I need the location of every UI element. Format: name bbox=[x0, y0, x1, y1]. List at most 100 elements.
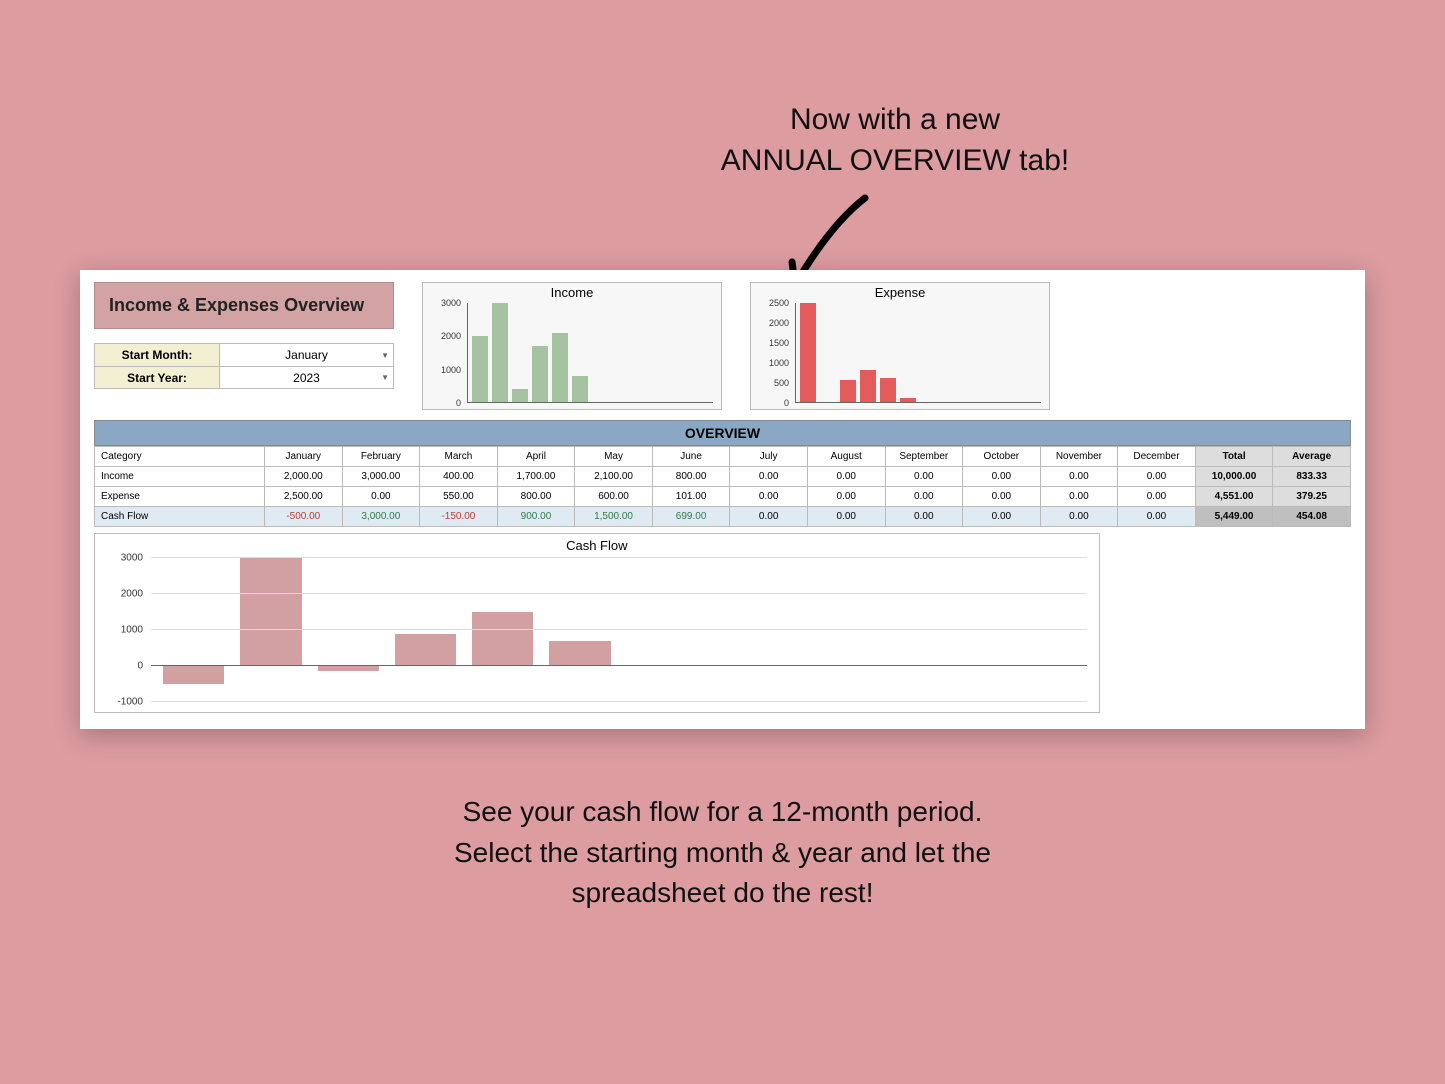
chart-title: Income bbox=[423, 283, 721, 300]
income-bars bbox=[468, 303, 713, 402]
table-cell[interactable]: -500.00 bbox=[265, 507, 343, 527]
cashflow-chart: Cash Flow -10000100020003000 bbox=[94, 533, 1100, 713]
table-header-cell: February bbox=[342, 447, 420, 467]
table-header-cell: Category bbox=[95, 447, 265, 467]
table-cell[interactable]: 0.00 bbox=[730, 507, 808, 527]
table-cell[interactable]: 1,700.00 bbox=[497, 467, 575, 487]
table-cell[interactable]: 0.00 bbox=[730, 487, 808, 507]
table-body: Income2,000.003,000.00400.001,700.002,10… bbox=[95, 467, 1351, 527]
table-header-row: CategoryJanuaryFebruaryMarchAprilMayJune… bbox=[95, 447, 1351, 467]
table-header-cell: Average bbox=[1273, 447, 1351, 467]
chart-bar bbox=[395, 634, 456, 666]
footer-line2: Select the starting month & year and let… bbox=[273, 833, 1173, 874]
table-cell[interactable]: 0.00 bbox=[730, 467, 808, 487]
average-cell: 833.33 bbox=[1273, 467, 1351, 487]
row-label: Income bbox=[95, 467, 265, 487]
expense-y-axis: 05001000150020002500 bbox=[753, 303, 791, 403]
table-cell[interactable]: 0.00 bbox=[963, 467, 1041, 487]
average-cell: 379.25 bbox=[1273, 487, 1351, 507]
table-cell[interactable]: 699.00 bbox=[652, 507, 730, 527]
table-cell[interactable]: 0.00 bbox=[1040, 467, 1118, 487]
chart-title: Cash Flow bbox=[95, 534, 1099, 553]
chart-bar bbox=[512, 389, 528, 402]
table-cell[interactable]: 0.00 bbox=[885, 487, 963, 507]
total-cell: 10,000.00 bbox=[1195, 467, 1273, 487]
chart-bar bbox=[549, 641, 610, 666]
table-header-cell: April bbox=[497, 447, 575, 467]
spreadsheet-panel: Income & Expenses Overview Start Month: … bbox=[80, 270, 1365, 729]
table-cell[interactable]: 101.00 bbox=[652, 487, 730, 507]
table-cell[interactable]: 800.00 bbox=[497, 487, 575, 507]
table-cell[interactable]: 0.00 bbox=[1040, 507, 1118, 527]
table-cell[interactable]: 0.00 bbox=[963, 507, 1041, 527]
table-cell[interactable]: 0.00 bbox=[807, 467, 885, 487]
filter-start-month: Start Month: January ▼ bbox=[95, 344, 393, 366]
table-cell[interactable]: 900.00 bbox=[497, 507, 575, 527]
start-year-value: 2023 bbox=[293, 371, 320, 385]
table-header-cell: September bbox=[885, 447, 963, 467]
overview-table: CategoryJanuaryFebruaryMarchAprilMayJune… bbox=[94, 446, 1351, 527]
chart-bar bbox=[318, 666, 379, 671]
footer-description: See your cash flow for a 12-month period… bbox=[273, 792, 1173, 914]
table-header-cell: January bbox=[265, 447, 343, 467]
start-year-dropdown[interactable]: 2023 ▼ bbox=[220, 367, 393, 388]
row-label: Cash Flow bbox=[95, 507, 265, 527]
table-row-cashflow: Cash Flow-500.003,000.00-150.00900.001,5… bbox=[95, 507, 1351, 527]
footer-line1: See your cash flow for a 12-month period… bbox=[273, 792, 1173, 833]
chart-bar bbox=[472, 336, 488, 402]
table-cell[interactable]: 1,500.00 bbox=[575, 507, 653, 527]
table-header-cell: July bbox=[730, 447, 808, 467]
table-cell[interactable]: 0.00 bbox=[1118, 507, 1196, 527]
table-cell[interactable]: 0.00 bbox=[1118, 467, 1196, 487]
table-cell[interactable]: 0.00 bbox=[342, 487, 420, 507]
chevron-down-icon: ▼ bbox=[381, 351, 389, 360]
footer-line3: spreadsheet do the rest! bbox=[273, 873, 1173, 914]
expense-chart: Expense 05001000150020002500 bbox=[750, 282, 1050, 410]
chart-bar bbox=[860, 370, 876, 402]
table-cell[interactable]: 2,500.00 bbox=[265, 487, 343, 507]
filter-start-year: Start Year: 2023 ▼ bbox=[95, 366, 393, 388]
table-cell[interactable]: 2,000.00 bbox=[265, 467, 343, 487]
page-title: Income & Expenses Overview bbox=[94, 282, 394, 329]
title-and-filters: Income & Expenses Overview Start Month: … bbox=[94, 282, 394, 389]
table-cell[interactable]: 0.00 bbox=[963, 487, 1041, 507]
chart-bar bbox=[800, 303, 816, 402]
table-cell[interactable]: 400.00 bbox=[420, 467, 498, 487]
chart-bar bbox=[572, 376, 588, 402]
table-header-cell: October bbox=[963, 447, 1041, 467]
chart-bar bbox=[840, 380, 856, 402]
table-cell[interactable]: 0.00 bbox=[807, 487, 885, 507]
promo-callout: Now with a new ANNUAL OVERVIEW tab! bbox=[680, 100, 1110, 181]
table-cell[interactable]: 3,000.00 bbox=[342, 507, 420, 527]
table-cell[interactable]: 550.00 bbox=[420, 487, 498, 507]
table-cell[interactable]: 2,100.00 bbox=[575, 467, 653, 487]
table-cell[interactable]: 600.00 bbox=[575, 487, 653, 507]
chart-bar bbox=[880, 378, 896, 402]
table-header-cell: November bbox=[1040, 447, 1118, 467]
table-header-cell: August bbox=[807, 447, 885, 467]
total-cell: 4,551.00 bbox=[1195, 487, 1273, 507]
cashflow-y-axis: -10000100020003000 bbox=[99, 558, 145, 702]
chart-bar bbox=[240, 558, 301, 666]
table-cell[interactable]: 0.00 bbox=[1118, 487, 1196, 507]
table-cell[interactable]: 0.00 bbox=[807, 507, 885, 527]
income-chart: Income 0100020003000 bbox=[422, 282, 722, 410]
table-cell[interactable]: 0.00 bbox=[885, 507, 963, 527]
callout-line2: ANNUAL OVERVIEW tab! bbox=[680, 141, 1110, 182]
expense-bars bbox=[796, 303, 1041, 402]
table-header-cell: March bbox=[420, 447, 498, 467]
table-header-cell: Total bbox=[1195, 447, 1273, 467]
table-row-expense: Expense2,500.000.00550.00800.00600.00101… bbox=[95, 487, 1351, 507]
table-cell[interactable]: 0.00 bbox=[885, 467, 963, 487]
chart-bar bbox=[552, 333, 568, 402]
table-cell[interactable]: 800.00 bbox=[652, 467, 730, 487]
table-cell[interactable]: 3,000.00 bbox=[342, 467, 420, 487]
row-label: Expense bbox=[95, 487, 265, 507]
start-month-label: Start Month: bbox=[95, 344, 220, 366]
filters: Start Month: January ▼ Start Year: 2023 … bbox=[94, 343, 394, 389]
total-cell: 5,449.00 bbox=[1195, 507, 1273, 527]
table-cell[interactable]: -150.00 bbox=[420, 507, 498, 527]
start-month-dropdown[interactable]: January ▼ bbox=[220, 344, 393, 366]
table-cell[interactable]: 0.00 bbox=[1040, 487, 1118, 507]
overview-header: OVERVIEW bbox=[94, 420, 1351, 446]
